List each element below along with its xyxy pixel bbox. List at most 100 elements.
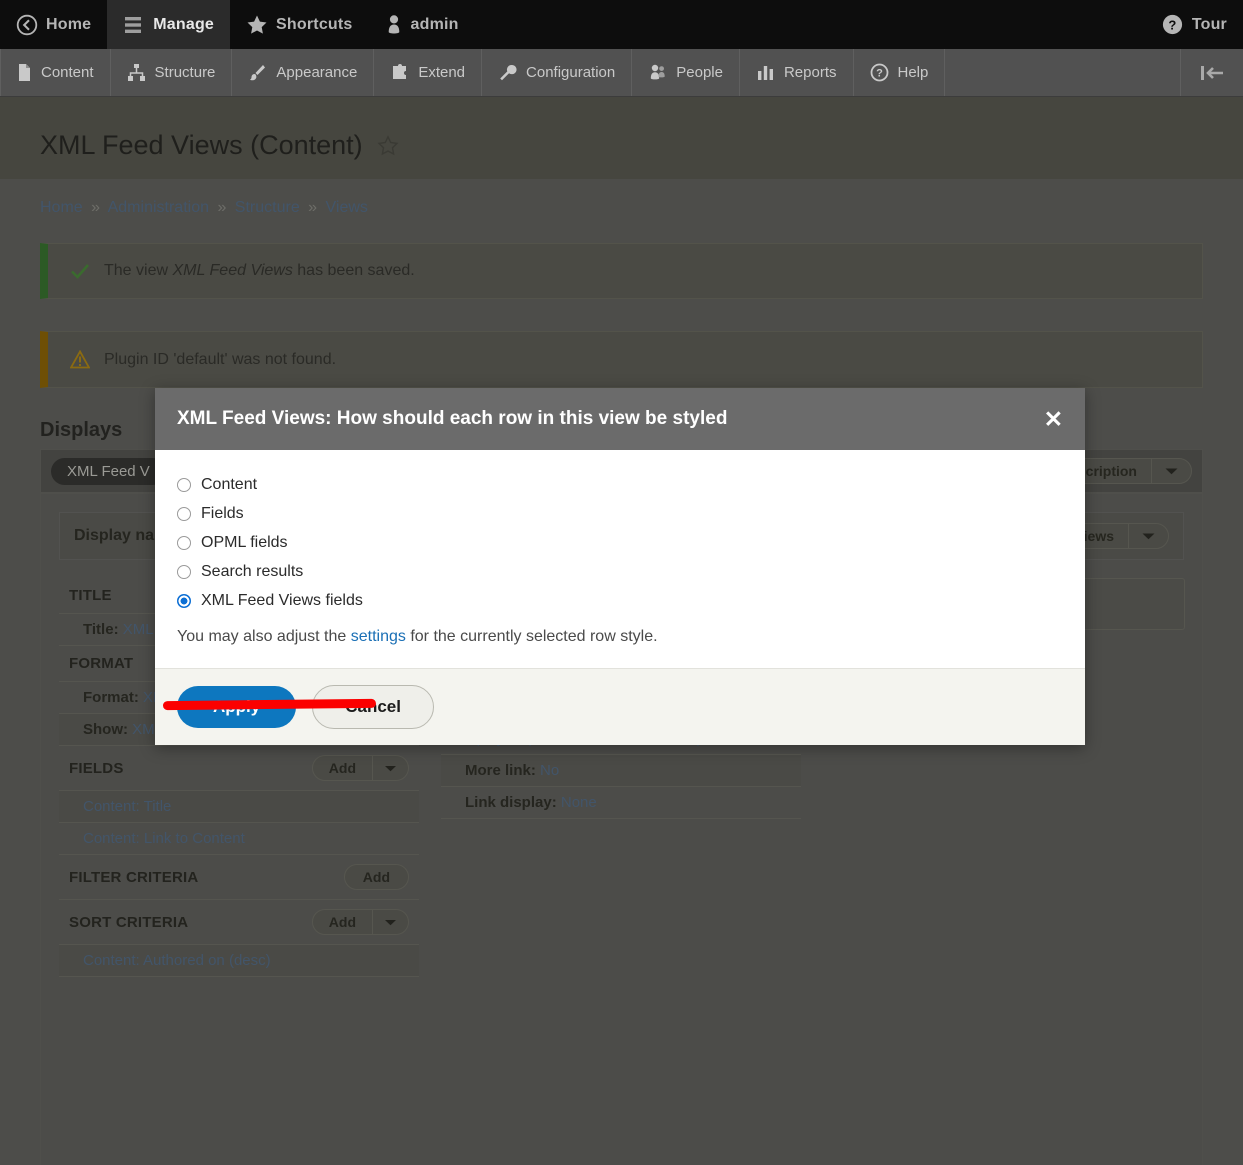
page-title: XML Feed Views (Content) [40, 130, 399, 161]
svg-text:?: ? [876, 68, 883, 80]
breadcrumb-sep-2: » [217, 199, 227, 216]
wrench-icon [498, 63, 517, 82]
section-sort-criteria: SORT CRITERIA Add [59, 900, 419, 945]
more-link-value[interactable]: No [540, 762, 559, 779]
section-fields: FIELDS Add [59, 746, 419, 791]
sub-label-configuration: Configuration [526, 64, 616, 81]
warning-message: Plugin ID 'default' was not found. [40, 331, 1203, 388]
collapse-sidebar-button[interactable] [1180, 49, 1243, 96]
breadcrumb-administration[interactable]: Administration [108, 199, 209, 216]
sort-add-button[interactable]: Add [311, 909, 373, 935]
sub-item-configuration[interactable]: Configuration [482, 49, 633, 96]
breadcrumb-home[interactable]: Home [40, 199, 83, 216]
radio-option-search-results[interactable]: Search results [177, 563, 1063, 581]
modal-header: XML Feed Views: How should each row in t… [155, 388, 1085, 450]
sub-item-structure[interactable]: Structure [111, 49, 233, 96]
sub-label-help: Help [897, 64, 929, 81]
sub-item-content[interactable]: Content [0, 49, 111, 96]
hint-suffix: for the currently selected row style. [405, 628, 658, 645]
app-root: Home Manage Shortcuts admin ? Tour Conte… [0, 0, 1243, 1165]
section-fields-label: FIELDS [69, 759, 124, 777]
displays-heading: Displays [40, 419, 123, 441]
radio-indicator[interactable] [177, 478, 191, 492]
row-field-title-value[interactable]: Content: Title [83, 798, 171, 815]
radio-label-content: Content [201, 476, 258, 493]
sub-label-extend: Extend [418, 64, 466, 81]
close-icon[interactable]: ✕ [1044, 407, 1063, 431]
sub-item-extend[interactable]: Extend [374, 49, 483, 96]
sub-label-appearance: Appearance [276, 64, 358, 81]
radio-option-content[interactable]: Content [177, 476, 1063, 494]
breadcrumb: Home » Administration » Structure » View… [40, 199, 368, 217]
status-message-text: The view XML Feed Views has been saved. [104, 262, 415, 280]
radio-option-xml-feed-views-fields[interactable]: XML Feed Views fields [177, 592, 1063, 610]
section-fields-actions: Add [311, 755, 409, 781]
row-show-label: Show: [83, 721, 128, 738]
row-title-value[interactable]: XML [123, 621, 154, 638]
row-link-display[interactable]: Link display: None [441, 787, 801, 819]
filter-add-button[interactable]: Add [343, 864, 409, 890]
sub-item-reports[interactable]: Reports [740, 49, 854, 96]
sub-label-structure: Structure [154, 64, 216, 81]
collapse-sidebar-icon [1199, 64, 1225, 82]
sort-add-dropdown[interactable] [373, 909, 409, 935]
admin-toolbar-secondary: Content Structure Appearance Extend Conf… [0, 49, 1243, 97]
star-outline-icon[interactable] [377, 135, 399, 156]
section-filter-criteria: FILTER CRITERIA Add [59, 855, 419, 900]
section-format-label: FORMAT [69, 655, 134, 672]
section-sort-label: SORT CRITERIA [69, 913, 189, 931]
back-circle-icon [16, 14, 38, 36]
section-filter-label: FILTER CRITERIA [69, 868, 199, 886]
people-icon [648, 63, 667, 82]
row-sort-value[interactable]: Content: Authored on (desc) [83, 952, 271, 969]
breadcrumb-views[interactable]: Views [326, 199, 368, 216]
warning-icon [70, 350, 90, 369]
status-prefix: The view [104, 262, 173, 279]
sub-label-reports: Reports [783, 64, 837, 81]
toolbar-label-manage: Manage [153, 15, 215, 33]
modal-body: Content Fields OPML fields Search result… [155, 450, 1085, 711]
sub-item-appearance[interactable]: Appearance [232, 49, 375, 96]
toolbar-item-shortcuts[interactable]: Shortcuts [230, 0, 368, 49]
toolbar-label-home: Home [46, 15, 92, 33]
toolbar-item-tour[interactable]: ? Tour [1145, 0, 1243, 49]
radio-indicator[interactable] [177, 507, 191, 521]
row-more-link[interactable]: More link: No [441, 755, 801, 787]
toolbar-item-manage[interactable]: Manage [107, 0, 231, 49]
displays-tabs-actions: cription [1070, 458, 1192, 484]
fields-add-dropdown[interactable] [373, 755, 409, 781]
edit-view-name-description-button[interactable]: cription [1070, 458, 1192, 484]
radio-option-opml-fields[interactable]: OPML fields [177, 534, 1063, 552]
row-field-link-value[interactable]: Content: Link to Content [83, 830, 245, 847]
status-message: The view XML Feed Views has been saved. [40, 243, 1203, 299]
brush-icon [248, 63, 267, 82]
row-field-link-to-content[interactable]: Content: Link to Content [59, 823, 419, 855]
status-suffix: has been saved. [292, 262, 415, 279]
display-tab-xml-feed[interactable]: XML Feed V [51, 457, 166, 485]
hint-prefix: You may also adjust the [177, 628, 351, 645]
breadcrumb-sep-1: » [91, 199, 101, 216]
fields-add-button[interactable]: Add [311, 755, 373, 781]
toolbar-item-user[interactable]: admin [369, 0, 475, 49]
row-sort-authored-on[interactable]: Content: Authored on (desc) [59, 945, 419, 977]
radio-indicator[interactable] [177, 565, 191, 579]
section-title-label: TITLE [69, 587, 112, 604]
link-display-value[interactable]: None [561, 794, 597, 811]
status-em: XML Feed Views [172, 262, 293, 279]
row-style-hint: You may also adjust the settings for the… [177, 628, 1063, 646]
radio-option-fields[interactable]: Fields [177, 505, 1063, 523]
toolbar-item-home[interactable]: Home [0, 0, 107, 49]
more-link-label: More link: [465, 762, 536, 779]
radio-indicator-selected[interactable] [177, 594, 191, 608]
chevron-down-icon[interactable] [1128, 524, 1168, 548]
sub-item-people[interactable]: People [632, 49, 740, 96]
radio-indicator[interactable] [177, 536, 191, 550]
row-style-modal: XML Feed Views: How should each row in t… [155, 388, 1085, 745]
sub-label-content: Content [41, 64, 94, 81]
sub-item-help[interactable]: ? Help [854, 49, 946, 96]
settings-link[interactable]: settings [351, 628, 406, 645]
row-field-title[interactable]: Content: Title [59, 791, 419, 823]
chevron-down-icon[interactable] [1151, 459, 1191, 483]
breadcrumb-structure[interactable]: Structure [235, 199, 300, 216]
section-filter-actions: Add [343, 864, 409, 890]
